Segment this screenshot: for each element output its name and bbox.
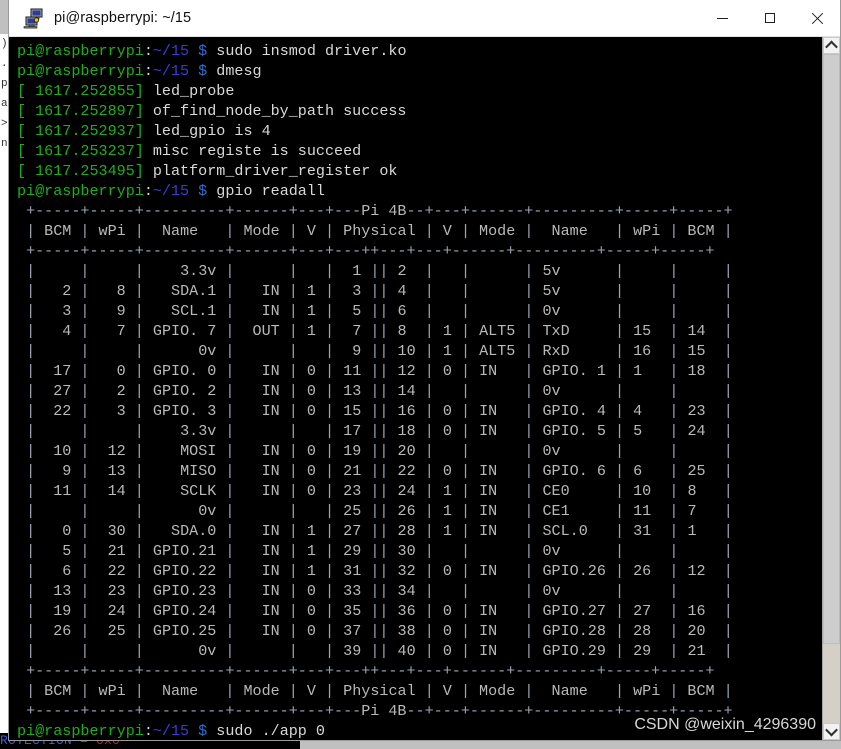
scroll-down-button[interactable] — [823, 723, 840, 740]
terminal-prompt-line: pi@raspberrypi:~/15 $ gpio readall — [17, 182, 325, 200]
gpio-table-rule: +-----+-----+---------+------+---+---Pi … — [26, 202, 733, 220]
gpio-table-header: | BCM | wPi | Name | Mode | V | Physical… — [26, 222, 733, 240]
putty-terminal-window: pi@raspberrypi: ~/15 pi@raspberrypi:~/15… — [8, 0, 841, 741]
terminal-scrollbar[interactable] — [822, 37, 840, 740]
terminal-prompt-line: pi@raspberrypi:~/15 $ dmesg — [17, 62, 262, 80]
gpio-table-row: | | | 0v | | | 25 || 26 | 1 | IN | CE1 |… — [26, 502, 733, 520]
gpio-table-rule: +-----+-----+---------+------+---+---++-… — [26, 662, 715, 680]
window-titlebar[interactable]: pi@raspberrypi: ~/15 — [9, 0, 840, 37]
gpio-table-rule: +-----+-----+---------+------+---+---++-… — [26, 242, 715, 260]
gpio-table-row: | 3 | 9 | SCL.1 | IN | 1 | 5 || 6 | | | … — [26, 302, 733, 320]
gpio-table-row: | | | 0v | | | 9 || 10 | 1 | ALT5 | RxD … — [26, 342, 733, 360]
gpio-table-row: | | | 3.3v | | | 1 || 2 | | | 5v | | | — [26, 262, 733, 280]
gpio-table-row: | 6 | 22 | GPIO.22 | IN | 1 | 31 || 32 |… — [26, 562, 733, 580]
gpio-table-row: | 27 | 2 | GPIO. 2 | IN | 0 | 13 || 14 |… — [26, 382, 733, 400]
gpio-table-row: | | | 3.3v | | | 17 || 18 | 0 | IN | GPI… — [26, 422, 733, 440]
window-title: pi@raspberrypi: ~/15 — [54, 10, 192, 26]
gpio-table-row: | 11 | 14 | SCLK | IN | 0 | 23 || 24 | 1… — [26, 482, 733, 500]
maximize-button[interactable] — [746, 0, 793, 36]
dmesg-line: [ 1617.253237] misc registe is succeed — [17, 142, 362, 160]
close-icon — [811, 12, 823, 24]
dmesg-line: [ 1617.252855] led_probe — [17, 82, 235, 100]
chevron-up-icon — [825, 40, 838, 54]
gpio-table-row: | 5 | 21 | GPIO.21 | IN | 1 | 29 || 30 |… — [26, 542, 733, 560]
putty-network-computers-icon — [23, 7, 45, 29]
gpio-table-row: | 0 | 30 | SDA.0 | IN | 1 | 27 || 28 | 1… — [26, 522, 733, 540]
close-button[interactable] — [793, 0, 840, 36]
scrollbar-track[interactable] — [823, 54, 840, 723]
scroll-up-button[interactable] — [823, 37, 840, 54]
gpio-table-row: | 17 | 0 | GPIO. 0 | IN | 0 | 11 || 12 |… — [26, 362, 733, 380]
chevron-down-icon — [825, 723, 838, 737]
dmesg-line: [ 1617.252937] led_gpio is 4 — [17, 122, 271, 140]
gpio-table-row: | 13 | 23 | GPIO.23 | IN | 0 | 33 || 34 … — [26, 582, 733, 600]
scrollbar-thumb[interactable] — [823, 54, 840, 644]
gpio-table-row: | 2 | 8 | SDA.1 | IN | 1 | 3 || 4 | | | … — [26, 282, 733, 300]
gpio-table-row: | 26 | 25 | GPIO.25 | IN | 0 | 37 || 38 … — [26, 622, 733, 640]
maximize-icon — [764, 13, 775, 23]
gpio-table-row: | 22 | 3 | GPIO. 3 | IN | 0 | 15 || 16 |… — [26, 402, 733, 420]
minimize-icon — [717, 17, 728, 19]
minimize-button[interactable] — [699, 0, 746, 36]
gpio-table-rule: +-----+-----+---------+------+---+---Pi … — [26, 702, 733, 720]
window-controls — [699, 0, 840, 36]
terminal-prompt-line: pi@raspberrypi:~/15 $ sudo insmod driver… — [17, 42, 407, 60]
terminal-prompt-line: pi@raspberrypi:~/15 $ sudo ./app 0 — [17, 722, 325, 740]
gpio-table-row: | 4 | 7 | GPIO. 7 | OUT | 1 | 7 || 8 | 1… — [26, 322, 733, 340]
gpio-table-row: | | | 0v | | | 39 || 40 | 0 | IN | GPIO.… — [26, 642, 733, 660]
terminal-area: pi@raspberrypi:~/15 $ sudo insmod driver… — [9, 37, 840, 740]
gpio-table-row: | 10 | 12 | MOSI | IN | 0 | 19 || 20 | |… — [26, 442, 733, 460]
dmesg-line: [ 1617.252897] of_find_node_by_path succ… — [17, 102, 407, 120]
gpio-table-header: | BCM | wPi | Name | Mode | V | Physical… — [26, 682, 733, 700]
terminal-output[interactable]: pi@raspberrypi:~/15 $ sudo insmod driver… — [9, 37, 822, 740]
gpio-table-row: | 19 | 24 | GPIO.24 | IN | 0 | 35 || 36 … — [26, 602, 733, 620]
gpio-table-row: | 9 | 13 | MISO | IN | 0 | 21 || 22 | 0 … — [26, 462, 733, 480]
dmesg-line: [ 1617.253495] platform_driver_register … — [17, 162, 398, 180]
